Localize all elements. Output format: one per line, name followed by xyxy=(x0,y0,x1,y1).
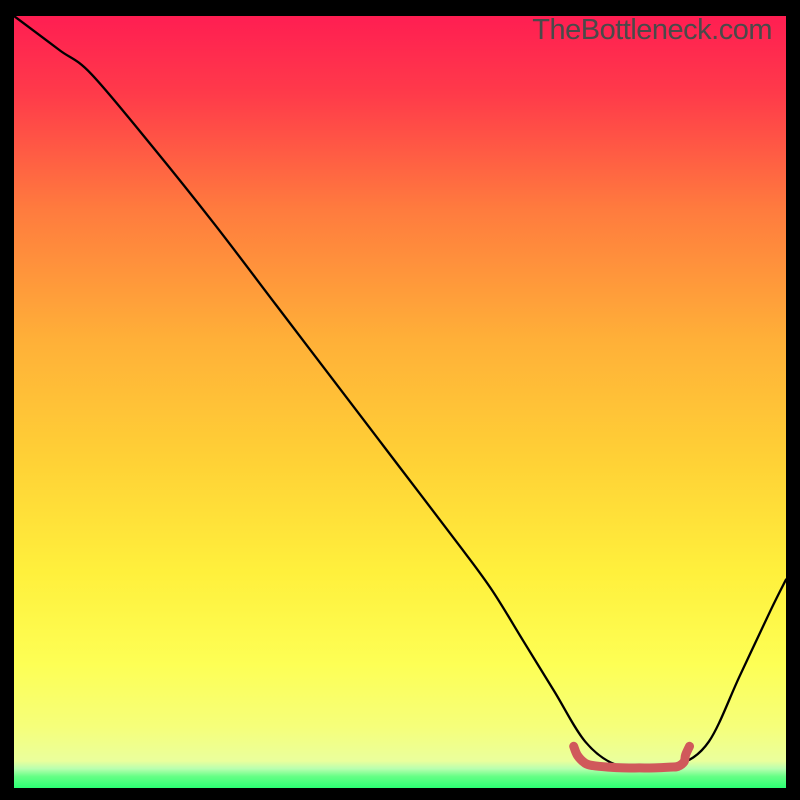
gradient-bg xyxy=(14,16,786,788)
bottleneck-svg xyxy=(14,16,786,788)
watermark-label: TheBottleneck.com xyxy=(532,14,772,47)
chart-frame: TheBottleneck.com xyxy=(14,16,786,788)
